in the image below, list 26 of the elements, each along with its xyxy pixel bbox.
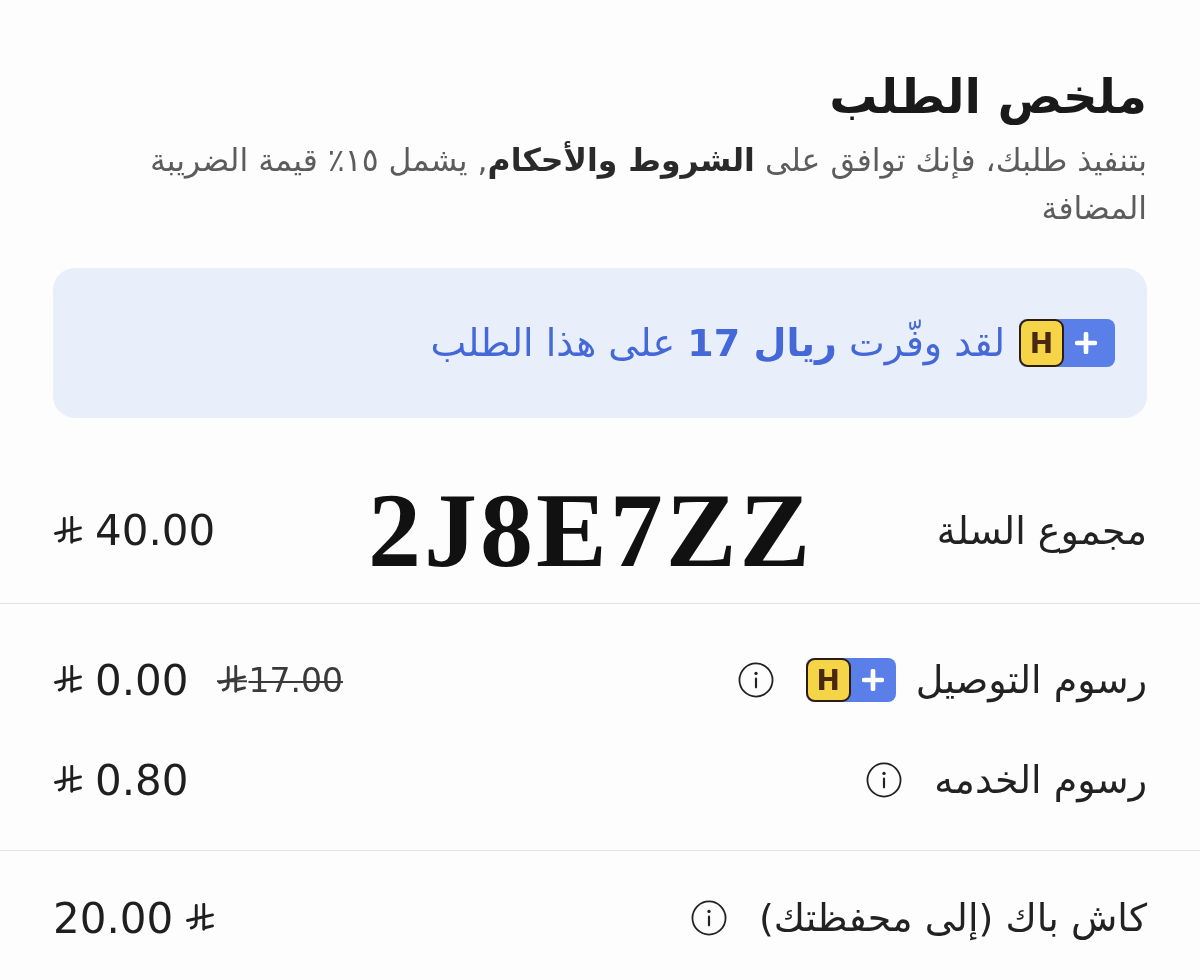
old-price: 17.00 — [248, 660, 343, 700]
savings-text: لقد وفّرت ريال 17 على هذا الطلب — [430, 321, 1005, 365]
row-label: كاش باك (إلى محفظتك) — [759, 896, 1147, 940]
riyal-sign-icon — [216, 665, 247, 695]
badge-letter: H — [1019, 319, 1064, 367]
overlay-code: 2J8E7ZZ — [368, 470, 814, 591]
row-label: مجموع السلة — [936, 508, 1147, 553]
info-icon[interactable] — [691, 900, 727, 936]
riyal-sign-icon — [53, 515, 83, 546]
riyal-sign-icon — [185, 903, 216, 933]
row-label: رسوم التوصيل — [915, 658, 1147, 702]
price-value: 40.00 — [95, 506, 216, 555]
price-value: 0.00 — [95, 655, 189, 705]
price-value: 0.80 — [95, 755, 189, 805]
info-icon[interactable] — [866, 762, 903, 798]
terms-note: بتنفيذ طلبك، فإنك توافق على الشروط والأحكام, يشمل ١٥٪ قيمة الضريبة المضافة — [148, 140, 1147, 228]
info-icon[interactable] — [737, 662, 774, 698]
riyal-sign-icon — [53, 665, 83, 695]
plus-icon — [861, 669, 884, 691]
riyal-sign-icon — [53, 765, 83, 795]
price-value: 20.00 — [53, 893, 174, 943]
badge-letter: H — [805, 658, 851, 702]
terms-link[interactable]: الشروط والأحكام — [487, 142, 755, 178]
row-label: رسوم الخدمه — [934, 758, 1147, 802]
plus-icon — [1075, 332, 1097, 354]
summary-title: ملخص الطلب — [828, 68, 1147, 124]
